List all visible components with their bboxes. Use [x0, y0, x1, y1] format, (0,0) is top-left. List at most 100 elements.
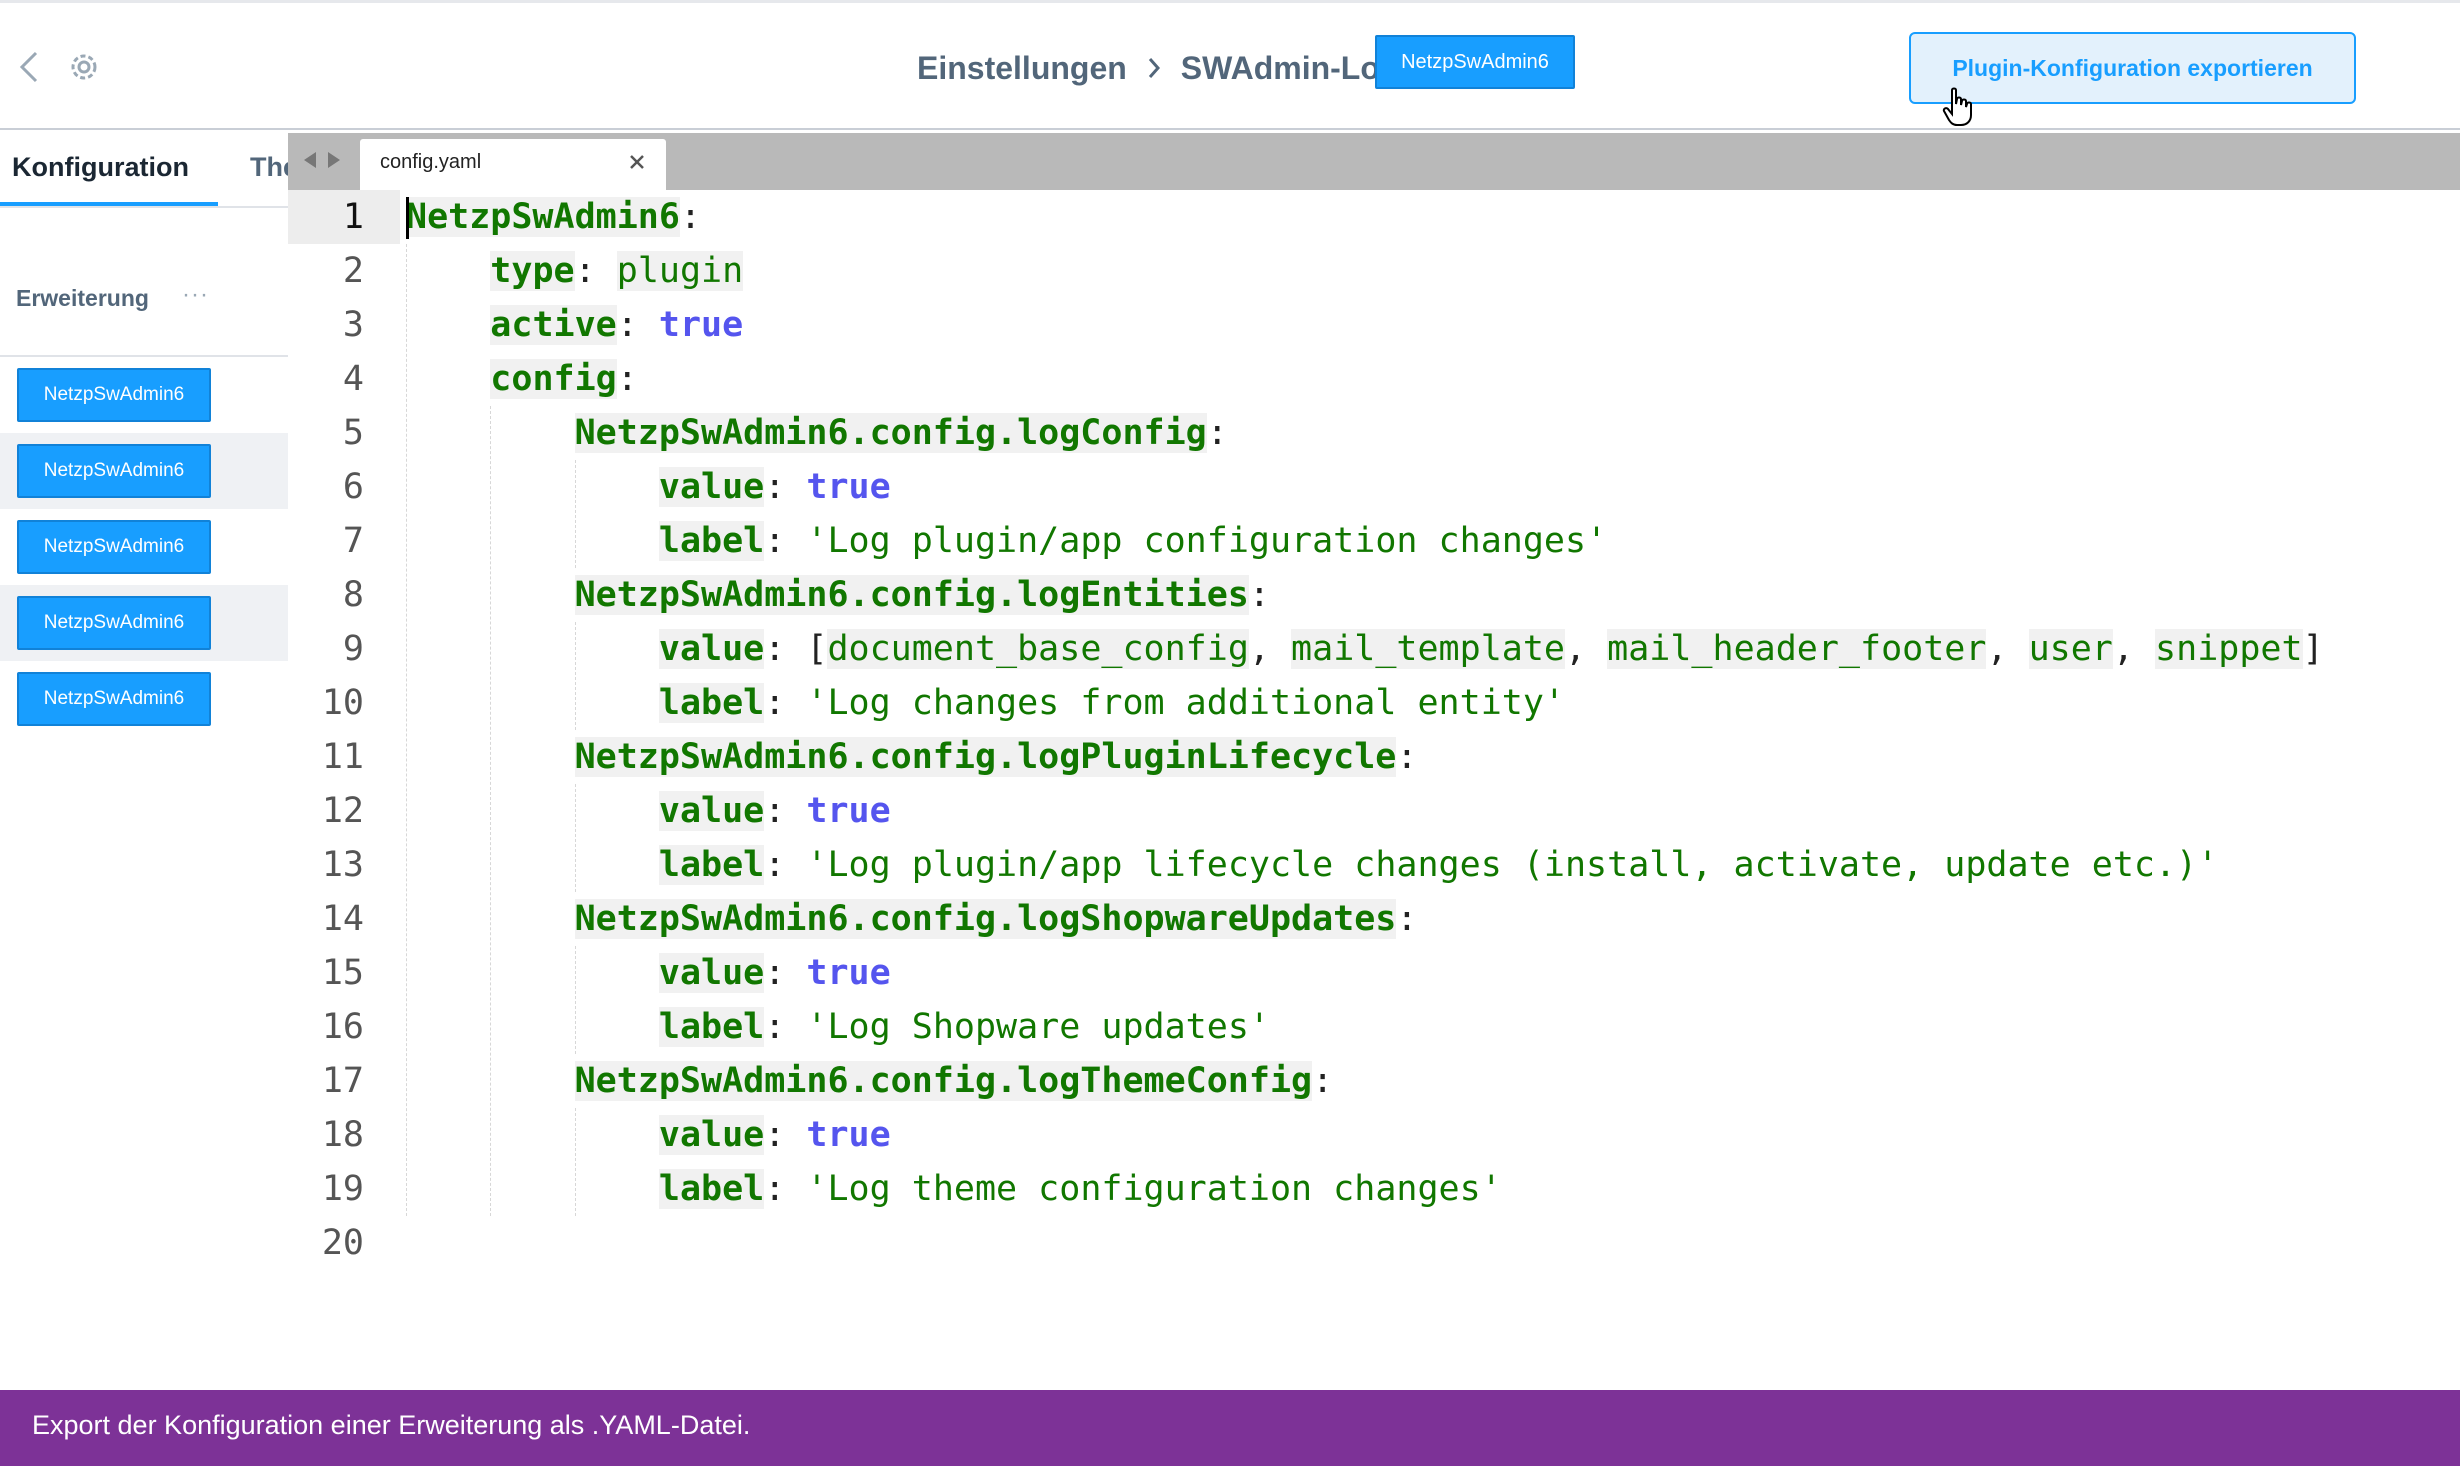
extension-button[interactable]: NetzpSwAdmin6 [17, 368, 211, 422]
code-token: plugin [616, 251, 744, 291]
line-number: 16 [321, 1007, 364, 1047]
line-number: 10 [321, 683, 364, 723]
breadcrumb-item-current: SWAdmin-Log [1180, 49, 1400, 86]
code-token: label [658, 683, 765, 723]
caption-text: Export der Konfiguration einer Erweiteru… [32, 1410, 751, 1440]
code-token: : [764, 1007, 807, 1047]
code-token: mail_header_footer [1607, 629, 1987, 669]
code-token: value [658, 467, 765, 507]
page-header: Einstellungen SWAdmin-Log NetzpSwAdmin6 … [0, 3, 2460, 130]
code-token: true [806, 467, 891, 507]
code-token: 'Log plugin/app configuration changes' [806, 521, 1608, 561]
code-token: NetzpSwAdmin6.config.logPluginLifecycle [574, 737, 1397, 777]
code-line: label: 'Log plugin/app lifecycle changes… [406, 838, 2218, 892]
code-line: NetzpSwAdmin6.config.logConfig: [406, 406, 1228, 460]
code-token: label [658, 845, 765, 885]
code-token: : [764, 953, 807, 993]
code-line: value: true [406, 1108, 891, 1162]
plugin-badge[interactable]: NetzpSwAdmin6 [1375, 35, 1575, 89]
extension-button[interactable]: NetzpSwAdmin6 [17, 596, 211, 650]
code-token: : [616, 305, 659, 345]
tab-konfiguration[interactable]: Konfiguration [12, 152, 189, 183]
arrow-left-icon[interactable] [302, 151, 318, 169]
code-line: NetzpSwAdmin6.config.logShopwareUpdates: [406, 892, 1417, 946]
code-token: , [1248, 629, 1292, 669]
breadcrumb-item-settings[interactable]: Einstellungen [917, 50, 1127, 87]
code-line: label: 'Log changes from additional enti… [406, 676, 1565, 730]
line-number: 9 [342, 629, 364, 669]
list-item: NetzpSwAdmin6 [0, 509, 288, 585]
indent-guide [575, 784, 576, 892]
indent-guide [406, 244, 407, 1216]
code-token: 'Log changes from additional entity' [806, 683, 1565, 723]
line-number: 3 [342, 305, 364, 345]
list-item: NetzpSwAdmin6 [0, 357, 288, 433]
code-token: : [1312, 1061, 1334, 1101]
code-token: 'Log plugin/app lifecycle changes (insta… [806, 845, 2219, 885]
code-token: : [764, 791, 807, 831]
code-line: config: [406, 352, 638, 406]
indent-guide [575, 946, 576, 1054]
code-line: NetzpSwAdmin6.config.logThemeConfig: [406, 1054, 1333, 1108]
more-options-icon[interactable]: ··· [182, 281, 209, 309]
code-area[interactable]: NetzpSwAdmin6: type: plugin active: true… [406, 190, 2456, 1388]
code-token: : [764, 1169, 807, 1209]
line-number: 17 [321, 1061, 364, 1101]
line-number: 13 [321, 845, 364, 885]
line-number: 11 [321, 737, 364, 777]
editor-file-tab[interactable]: config.yaml [360, 139, 666, 190]
export-config-button[interactable]: Plugin-Konfiguration exportieren [1909, 32, 2356, 104]
code-token: : [764, 1115, 807, 1155]
code-line: value: true [406, 460, 891, 514]
arrow-right-icon[interactable] [326, 151, 342, 169]
line-number: 2 [342, 251, 364, 291]
code-line: value: [document_base_config, mail_templ… [406, 622, 2324, 676]
tab-theme[interactable]: Theme [250, 152, 288, 183]
code-token: , [2112, 629, 2156, 669]
code-line: NetzpSwAdmin6.config.logEntities: [406, 568, 1270, 622]
code-token: true [806, 1115, 891, 1155]
breadcrumb: Einstellungen SWAdmin-Log [917, 43, 1399, 93]
code-editor[interactable]: config.yaml 1 2 3 4 5 6 7 8 9 10 11 12 13 14 15 16 17 18 1… [288, 133, 2460, 1388]
code-token: , [1564, 629, 1608, 669]
line-number: 1 [342, 197, 364, 237]
sidebar: Erweiterung ··· NetzpSwAdmin6 NetzpSwAdm… [0, 245, 288, 1385]
chevron-right-icon [1148, 58, 1160, 78]
code-token: value [658, 791, 765, 831]
editor-tab-bar: config.yaml [288, 133, 2460, 190]
line-number: 14 [321, 899, 364, 939]
active-tab-indicator [0, 202, 218, 206]
code-token: label [658, 521, 765, 561]
extension-button[interactable]: NetzpSwAdmin6 [17, 520, 211, 574]
code-token: NetzpSwAdmin6.config.logConfig [574, 413, 1207, 453]
chevron-left-icon[interactable] [14, 49, 46, 85]
close-icon[interactable] [626, 151, 648, 173]
tab-bar: Konfiguration Theme [0, 132, 288, 208]
code-token: , [1986, 629, 2029, 669]
code-token: : [ [764, 629, 828, 669]
list-item: NetzpSwAdmin6 [0, 433, 288, 509]
line-number: 15 [321, 953, 364, 993]
gear-icon[interactable] [66, 49, 102, 85]
code-token: : [1396, 899, 1418, 939]
sidebar-title: Erweiterung [16, 285, 149, 311]
code-line: active: true [406, 298, 743, 352]
text-caret [406, 197, 409, 239]
code-token: active [490, 305, 617, 345]
line-number: 5 [342, 413, 364, 453]
code-token: value [658, 953, 765, 993]
line-number: 12 [321, 791, 364, 831]
code-token: label [658, 1007, 765, 1047]
code-token: value [658, 629, 765, 669]
extension-button[interactable]: NetzpSwAdmin6 [17, 672, 211, 726]
line-number: 19 [321, 1169, 364, 1209]
line-number: 6 [342, 467, 364, 507]
line-number: 7 [342, 521, 364, 561]
extension-button[interactable]: NetzpSwAdmin6 [17, 444, 211, 498]
line-number: 20 [321, 1223, 364, 1263]
